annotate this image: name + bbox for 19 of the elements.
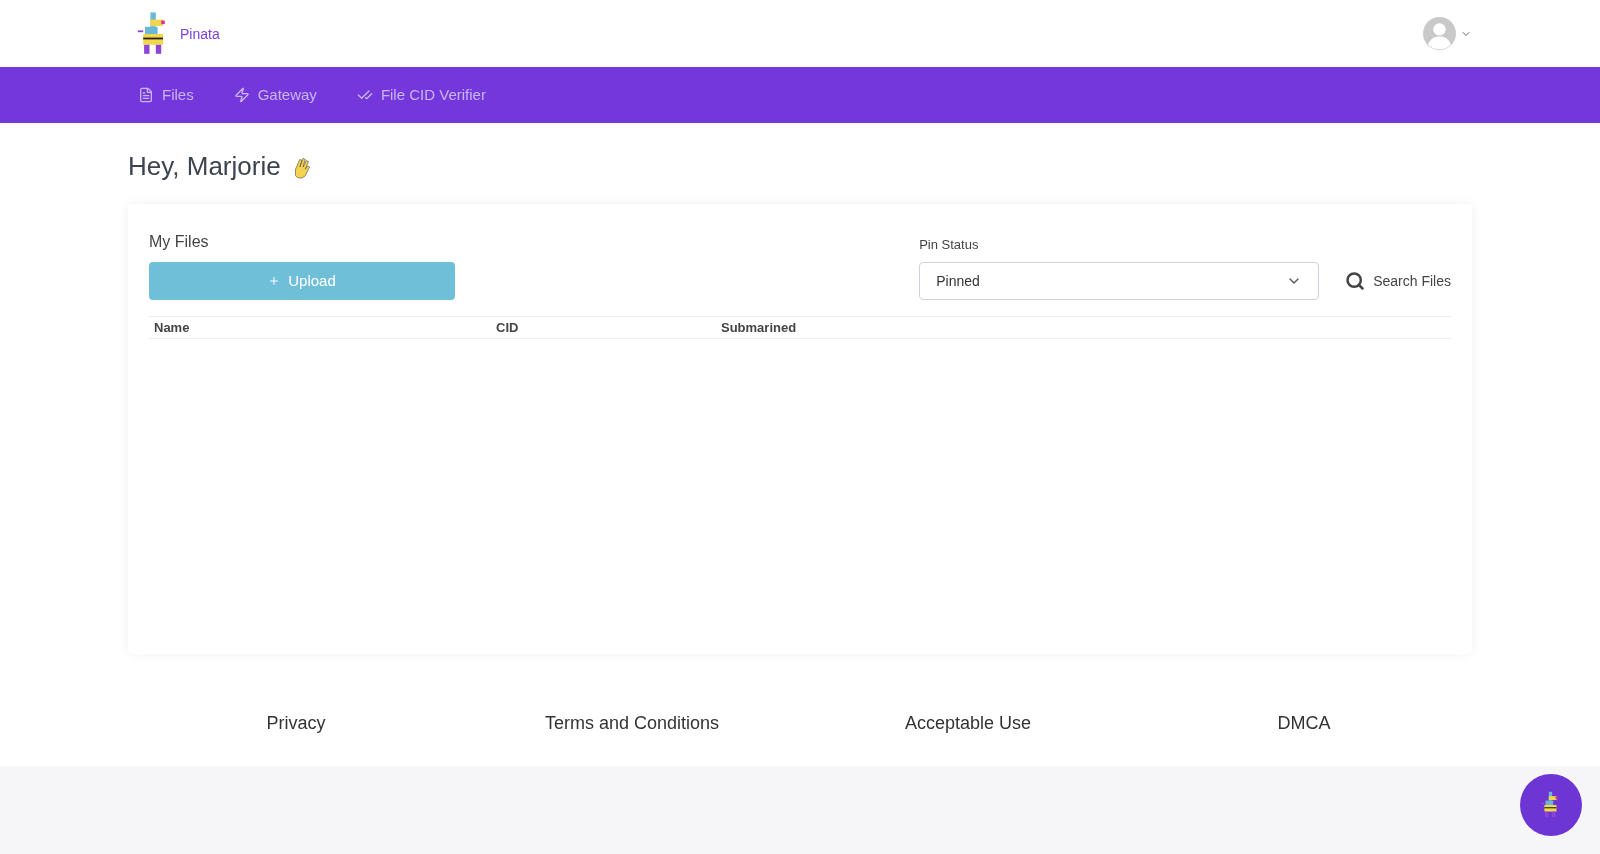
footer-link[interactable]: DMCA — [1136, 710, 1472, 737]
nav-link[interactable]: Files — [138, 83, 194, 107]
search-button[interactable]: Search Files — [1345, 262, 1451, 300]
lightning-icon — [233, 87, 250, 103]
plus-icon — [268, 275, 281, 287]
avatar-icon[interactable] — [1423, 17, 1456, 50]
section-title: My Files — [149, 232, 210, 252]
pin-status-select[interactable]: Pinned — [919, 262, 1320, 300]
column-header: Submarined — [721, 318, 797, 337]
file-icon — [138, 87, 154, 103]
brand-name[interactable]: Pinata — [180, 23, 220, 44]
footer-link[interactable]: Privacy — [128, 710, 464, 737]
field-label: Pin Status — [919, 235, 980, 254]
search-icon — [1345, 271, 1366, 291]
column-header: CID — [496, 318, 520, 337]
footer-link[interactable]: Terms and Conditions — [464, 710, 800, 737]
greeting: Hey, Marjorie — [128, 150, 281, 183]
column-header: Name — [154, 318, 191, 337]
footer-link[interactable]: Acceptable Use — [800, 710, 1136, 737]
